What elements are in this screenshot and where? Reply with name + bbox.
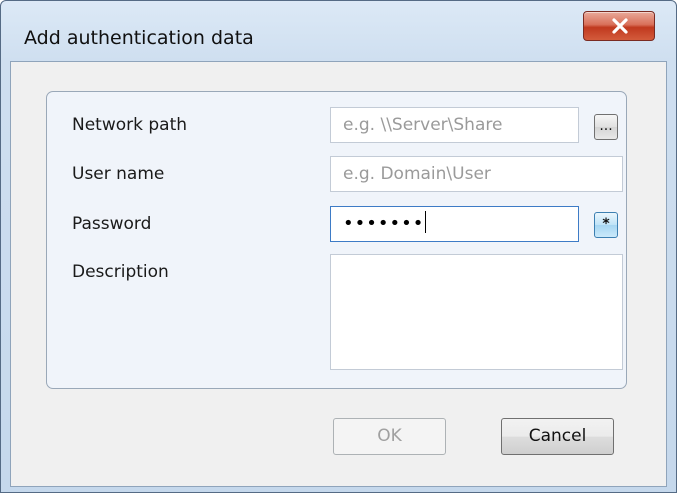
- close-button[interactable]: [583, 11, 655, 41]
- dialog-client-area: Network path e.g. \\Server\Share ... Use…: [10, 61, 667, 487]
- password-field[interactable]: •••••••: [330, 206, 579, 242]
- password-label: Password: [72, 214, 152, 234]
- window-title: Add authentication data: [24, 27, 254, 49]
- ok-button[interactable]: OK: [333, 418, 446, 455]
- description-label: Description: [72, 262, 169, 282]
- form-group: Network path e.g. \\Server\Share ... Use…: [46, 91, 627, 389]
- user-name-label: User name: [72, 164, 165, 184]
- network-path-label: Network path: [72, 115, 188, 135]
- network-path-placeholder: e.g. \\Server\Share: [343, 115, 503, 135]
- description-textarea[interactable]: [330, 254, 623, 370]
- show-password-button[interactable]: *: [594, 212, 618, 238]
- browse-button[interactable]: ...: [594, 114, 618, 140]
- password-value: •••••••: [343, 213, 425, 234]
- dialog-window: Add authentication data Network path e.g…: [0, 0, 677, 493]
- text-caret: [425, 211, 427, 233]
- cancel-button[interactable]: Cancel: [501, 418, 614, 455]
- user-name-field[interactable]: e.g. Domain\User: [330, 156, 623, 192]
- network-path-field[interactable]: e.g. \\Server\Share: [330, 107, 579, 143]
- title-bar[interactable]: Add authentication data: [1, 1, 676, 59]
- user-name-placeholder: e.g. Domain\User: [343, 164, 491, 184]
- close-icon: [612, 18, 628, 34]
